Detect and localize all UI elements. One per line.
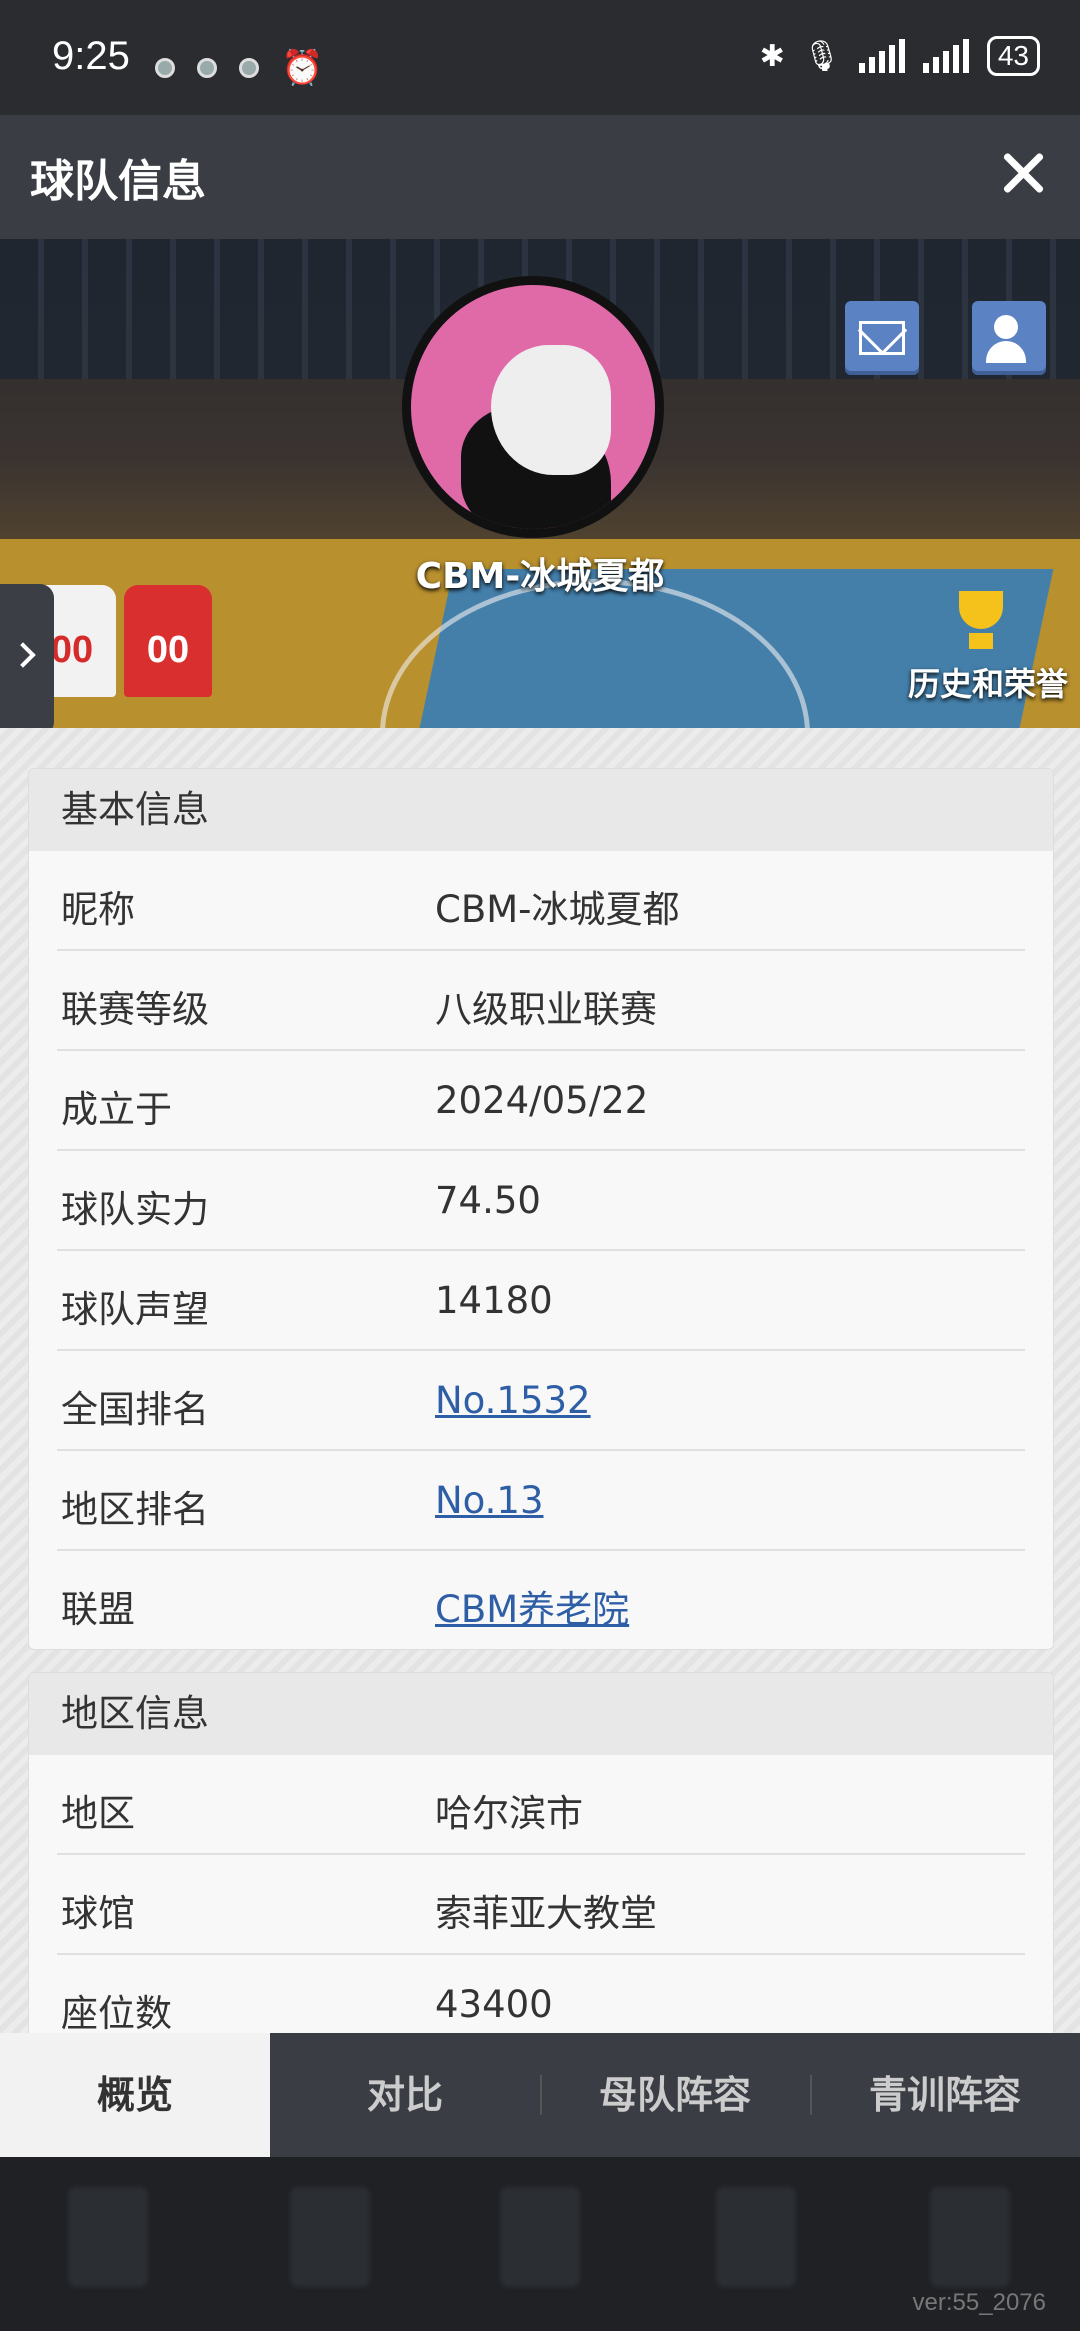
- signal-icon: [922, 39, 969, 73]
- alarm-icon: ⏰: [281, 48, 324, 88]
- row-value: CBM-冰城夏都: [435, 888, 680, 931]
- notification-icon: [155, 58, 175, 78]
- team-banner: CBM-冰城夏都 00 00 历史和荣誉: [0, 239, 1080, 728]
- info-row: 座位数 43400: [57, 1955, 1025, 2033]
- jersey-number: 00: [146, 629, 190, 671]
- blurred-nav-icon: [290, 2187, 370, 2287]
- row-label: 座位数: [61, 1992, 172, 2033]
- row-label: 球馆: [61, 1892, 135, 1935]
- close-icon[interactable]: [992, 143, 1052, 203]
- team-logo[interactable]: [402, 276, 664, 538]
- row-value: 八级职业联赛: [435, 988, 657, 1031]
- add-friend-icon[interactable]: [972, 301, 1046, 375]
- bluetooth-icon: ✱: [759, 38, 785, 74]
- content-scroll[interactable]: 基本信息 昵称 CBM-冰城夏都 联赛等级 八级职业联赛 成立于 2024/05/22…: [0, 728, 1080, 2033]
- basic-info-card: 基本信息 昵称 CBM-冰城夏都 联赛等级 八级职业联赛 成立于 2024/05/22…: [28, 768, 1054, 1650]
- info-row: 球队实力 74.50: [57, 1151, 1025, 1251]
- away-jersey[interactable]: 00: [124, 585, 212, 697]
- national-rank-link[interactable]: No.1532: [435, 1379, 591, 1422]
- row-label: 联赛等级: [61, 988, 209, 1031]
- row-label: 成立于: [61, 1088, 172, 1131]
- tab-overview[interactable]: 概览: [0, 2033, 270, 2157]
- row-label: 球队声望: [61, 1288, 209, 1331]
- system-icons: ✱ 🎙 43: [760, 36, 1040, 76]
- bottom-nav-background: ver:55_2076: [0, 2157, 1080, 2331]
- mail-icon[interactable]: [845, 301, 919, 375]
- status-time: 9:25: [52, 34, 130, 78]
- tab-bar: 概览 对比 母队阵容 青训阵容: [0, 2033, 1080, 2157]
- tab-main-roster[interactable]: 母队阵容: [540, 2033, 810, 2157]
- row-value: 2024/05/22: [435, 1079, 649, 1122]
- row-value: 74.50: [435, 1179, 541, 1222]
- notification-icon: [239, 58, 259, 78]
- battery-icon: 43: [986, 36, 1040, 76]
- info-row: 地区 哈尔滨市: [57, 1755, 1025, 1855]
- blurred-nav-icon: [716, 2187, 796, 2287]
- card-title: 地区信息: [29, 1673, 1053, 1755]
- page-title: 球队信息: [30, 156, 206, 207]
- signal-icon: [858, 39, 905, 73]
- row-label: 地区排名: [61, 1488, 209, 1531]
- notification-icons: ⏰: [155, 48, 323, 88]
- row-label: 球队实力: [61, 1188, 209, 1231]
- mic-icon: 🎙: [802, 38, 841, 74]
- row-label: 联盟: [61, 1588, 135, 1631]
- row-value: 43400: [435, 1983, 553, 2026]
- row-value: 哈尔滨市: [435, 1792, 583, 1835]
- tab-compare[interactable]: 对比: [270, 2033, 540, 2157]
- region-info-card: 地区信息 地区 哈尔滨市 球馆 索菲亚大教堂 座位数 43400: [28, 1672, 1054, 2033]
- blurred-nav-icon: [500, 2187, 580, 2287]
- info-row: 全国排名 No.1532: [57, 1351, 1025, 1451]
- row-label: 全国排名: [61, 1388, 209, 1431]
- tab-youth-roster[interactable]: 青训阵容: [810, 2033, 1080, 2157]
- blurred-nav-icon: [930, 2187, 1010, 2287]
- notification-icon: [197, 58, 217, 78]
- row-value: 索菲亚大教堂: [435, 1892, 657, 1935]
- status-bar: 9:25 ⏰ ✱ 🎙 43: [0, 0, 1080, 115]
- info-row: 成立于 2024/05/22: [57, 1051, 1025, 1151]
- trophy-icon[interactable]: [945, 591, 1017, 651]
- row-value: 14180: [435, 1279, 553, 1322]
- honors-link[interactable]: 历史和荣誉: [908, 659, 1068, 705]
- info-row: 地区排名 No.13: [57, 1451, 1025, 1551]
- title-bar: 球队信息: [0, 115, 1080, 239]
- blurred-nav-icon: [68, 2187, 148, 2287]
- side-expand-button[interactable]: [0, 584, 54, 736]
- info-row: 昵称 CBM-冰城夏都: [57, 851, 1025, 951]
- info-row: 联赛等级 八级职业联赛: [57, 951, 1025, 1051]
- info-row: 联盟 CBM养老院: [57, 1551, 1025, 1649]
- info-row: 球馆 索菲亚大教堂: [57, 1855, 1025, 1955]
- region-rank-link[interactable]: No.13: [435, 1479, 544, 1522]
- card-title: 基本信息: [29, 769, 1053, 851]
- row-label: 地区: [61, 1792, 135, 1835]
- league-link[interactable]: CBM养老院: [435, 1579, 629, 1633]
- info-row: 球队声望 14180: [57, 1251, 1025, 1351]
- row-label: 昵称: [61, 888, 135, 931]
- logo-unicorn: [491, 345, 611, 475]
- version-label: ver:55_2076: [912, 2289, 1046, 2316]
